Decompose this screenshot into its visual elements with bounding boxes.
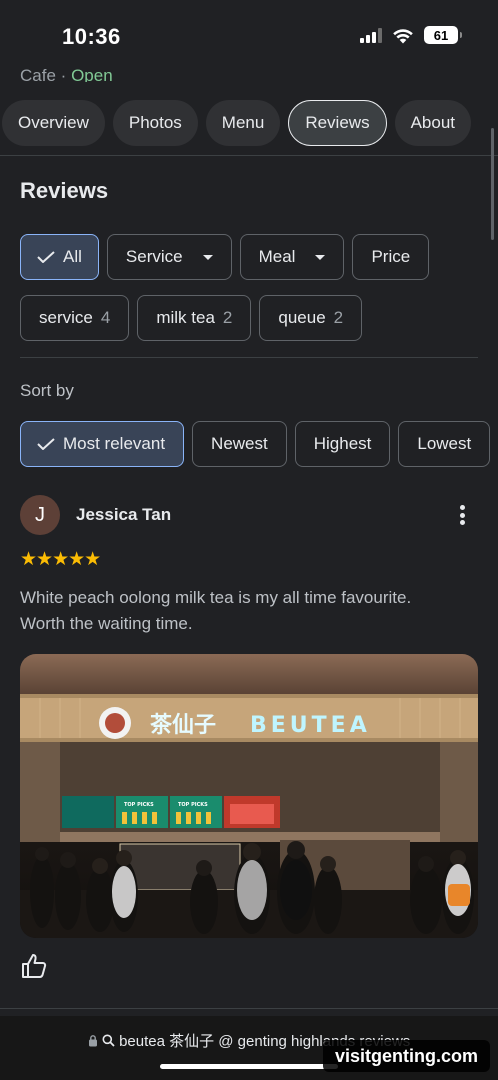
home-indicator[interactable] — [160, 1064, 338, 1069]
watermark: visitgenting.com — [322, 1040, 490, 1072]
place-category-line: Cafe · Open — [20, 64, 113, 82]
bottom-divider — [0, 1008, 498, 1009]
status-icons: 61 — [360, 26, 462, 44]
place-separator: · — [60, 66, 67, 82]
search-icon — [102, 1034, 115, 1047]
check-icon — [37, 438, 55, 450]
place-category: Cafe — [20, 66, 56, 82]
topic-count: 2 — [222, 308, 233, 327]
wifi-icon — [393, 28, 413, 43]
sort-highest-chip[interactable]: Highest — [294, 421, 391, 467]
place-tabs: Overview Photos Menu Reviews About — [2, 100, 472, 146]
filter-all-chip[interactable]: All — [20, 234, 99, 280]
tabs-divider — [0, 155, 498, 156]
filter-meal-label: Meal — [258, 247, 296, 266]
topic-count: 4 — [100, 308, 111, 327]
lock-icon — [88, 1035, 97, 1047]
tab-reviews[interactable]: Reviews — [288, 100, 387, 146]
filter-price-chip[interactable]: Price — [352, 234, 430, 280]
topic-count: 2 — [333, 308, 344, 327]
dropdown-caret-icon — [315, 254, 326, 260]
review-topic-row: service 4 milk tea 2 queue 2 — [20, 295, 363, 341]
sort-newest-label: Newest — [211, 434, 268, 453]
topic-chip-milk-tea[interactable]: milk tea 2 — [137, 295, 252, 341]
sort-options-row: Most relevant Newest Highest Lowest — [20, 421, 491, 467]
battery-icon: 61 — [424, 26, 462, 44]
store-sign-chinese: 茶仙子 — [150, 712, 216, 738]
menu-board-label: TOP PICKS — [178, 802, 208, 808]
topic-chip-service[interactable]: service 4 — [20, 295, 130, 341]
sort-newest-chip[interactable]: Newest — [192, 421, 287, 467]
tab-overview[interactable]: Overview — [2, 100, 105, 146]
reviews-title: Reviews — [20, 178, 109, 203]
review-filter-row: All Service Meal Price — [20, 234, 430, 280]
page: 10:36 61 Cafe · Open Overview Photos Men… — [0, 0, 498, 1080]
section-divider — [20, 357, 478, 358]
sort-most-relevant-chip[interactable]: Most relevant — [20, 421, 185, 467]
store-photo-illustration: 茶仙子 BEUTEA TOP PICKS TOP PICKS — [20, 654, 478, 938]
sort-most-relevant-label: Most relevant — [63, 434, 166, 453]
sort-by-label: Sort by — [20, 381, 74, 400]
sort-highest-label: Highest — [313, 434, 372, 453]
filter-meal-chip[interactable]: Meal — [239, 234, 345, 280]
filter-service-label: Service — [125, 247, 183, 266]
filter-price-label: Price — [371, 247, 411, 266]
sort-lowest-chip[interactable]: Lowest — [398, 421, 491, 467]
store-sign-english: BEUTEA — [250, 713, 371, 738]
cellular-signal-icon — [360, 27, 382, 43]
check-icon — [37, 251, 55, 263]
scrollbar[interactable] — [491, 128, 494, 240]
status-time: 10:36 — [62, 24, 121, 49]
menu-board-label: TOP PICKS — [124, 802, 154, 808]
tab-menu[interactable]: Menu — [205, 100, 281, 146]
topic-chip-queue[interactable]: queue 2 — [259, 295, 363, 341]
tab-about[interactable]: About — [394, 100, 472, 146]
filter-service-chip[interactable]: Service — [106, 234, 232, 280]
review-text: White peach oolong milk tea is my all ti… — [20, 588, 412, 633]
filter-all-label: All — [63, 247, 82, 266]
topic-label: service — [39, 308, 93, 327]
status-bar: 10:36 61 — [0, 0, 498, 70]
reviewer-name[interactable]: Jessica Tan — [76, 505, 171, 525]
star-rating: ★★★★★ — [20, 549, 101, 570]
sort-lowest-label: Lowest — [417, 434, 472, 453]
more-options-icon[interactable] — [452, 503, 472, 527]
dropdown-caret-icon — [202, 254, 213, 260]
thumbs-up-icon[interactable] — [20, 952, 48, 980]
tab-photos[interactable]: Photos — [112, 100, 198, 146]
open-status: Open — [71, 66, 113, 82]
avatar[interactable]: J — [20, 495, 60, 535]
topic-label: queue — [278, 308, 326, 327]
review-photo[interactable]: 茶仙子 BEUTEA TOP PICKS TOP PICKS — [20, 654, 478, 938]
topic-label: milk tea — [156, 308, 215, 327]
